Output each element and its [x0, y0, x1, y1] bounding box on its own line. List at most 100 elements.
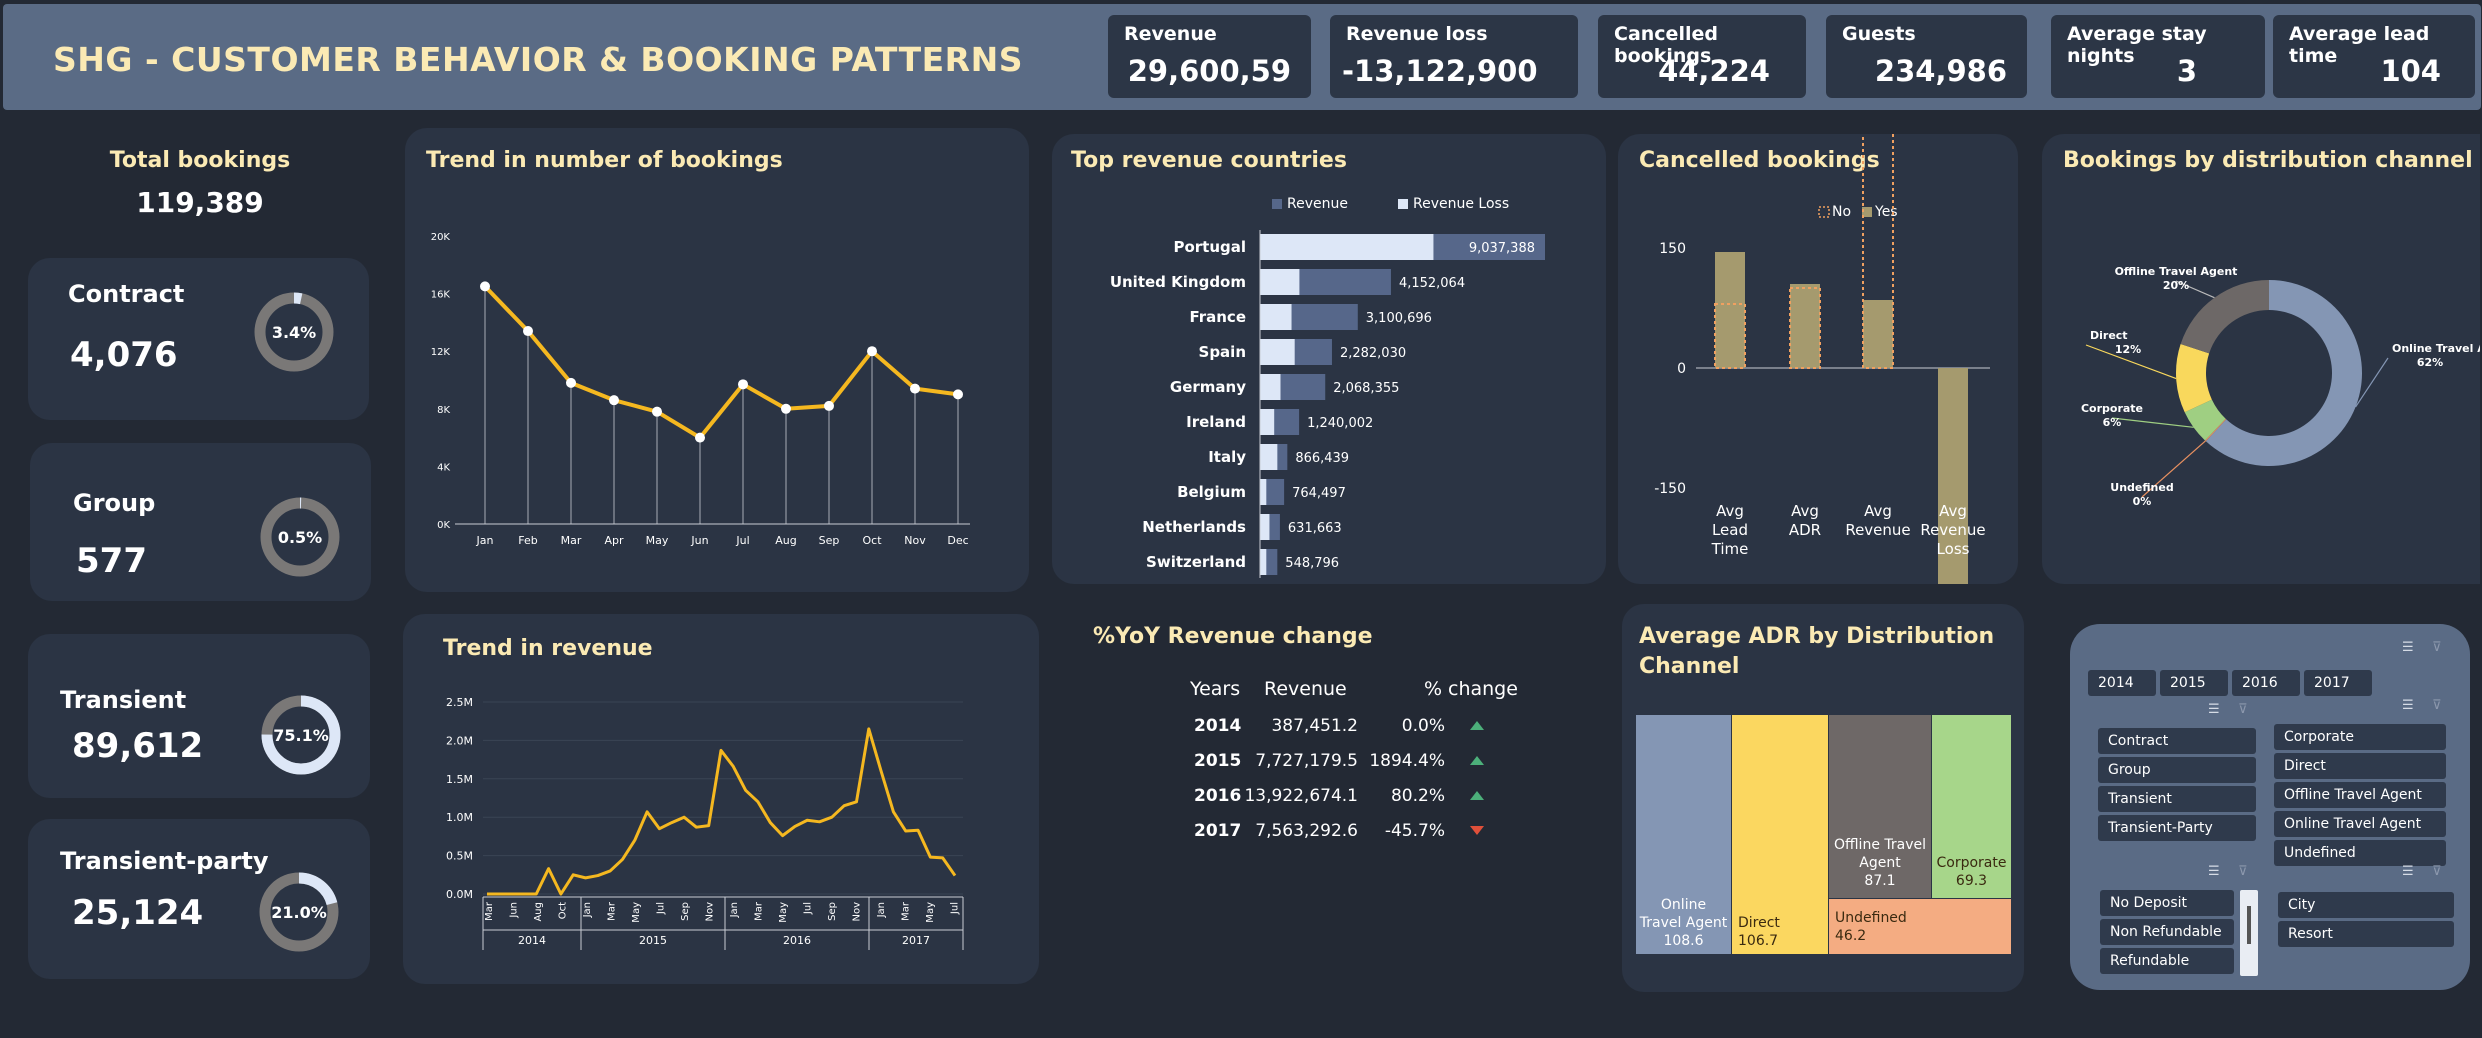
- slicer-channel-item[interactable]: Direct: [2274, 753, 2446, 779]
- slicer-segment-item[interactable]: Transient-Party: [2098, 815, 2256, 841]
- segment-card-group: Group 577 0.5%: [30, 443, 371, 601]
- treemap-cell: Direct 106.7: [1732, 715, 1828, 954]
- y-tick-label: -150: [1654, 481, 1686, 497]
- slicer-channel-item[interactable]: Offline Travel Agent: [2274, 782, 2446, 808]
- country-label: Italy: [1208, 448, 1246, 466]
- legend-label: Yes: [1874, 204, 1898, 220]
- clear-filter-icon[interactable]: ⊽: [2432, 698, 2442, 713]
- slicer-scrollbar[interactable]: [2240, 890, 2258, 976]
- x-tick-label: Avg ADR: [1789, 502, 1821, 539]
- bar-value-label: 548,796: [1285, 556, 1339, 571]
- yoy-change: -45.7%: [1384, 821, 1445, 841]
- slicer-year-2014[interactable]: 2014: [2088, 670, 2156, 696]
- country-label: Netherlands: [1142, 518, 1246, 536]
- slicer-scrollbar-thumb[interactable]: [2247, 906, 2251, 944]
- y-tick-label: 1.0M: [446, 811, 473, 824]
- treemap-cell-label: Direct 106.7: [1738, 914, 1826, 950]
- year-label: 2016: [783, 934, 811, 947]
- slicer-segment-item[interactable]: Contract: [2098, 728, 2256, 754]
- kpi-value: 44,224: [1658, 54, 1770, 88]
- y-tick-label: 0K: [437, 520, 450, 531]
- treemap-cell-name: Offline Travel Agent: [1834, 837, 1926, 871]
- multi-select-icon[interactable]: ☰: [2402, 640, 2414, 655]
- kpi-value: 29,600,59: [1127, 54, 1291, 88]
- treemap-cell-label: Undefined 46.2: [1835, 909, 1907, 945]
- total-bookings-value: 119,389: [136, 186, 264, 219]
- data-point: [652, 406, 662, 417]
- clear-filter-icon[interactable]: ⊽: [2238, 864, 2248, 879]
- y-tick-label: 8K: [437, 405, 450, 416]
- kpi-label: Average stay nights: [2067, 23, 2207, 67]
- bar-value-label: 764,497: [1292, 486, 1346, 501]
- slicer-hotel-item[interactable]: Resort: [2278, 921, 2454, 947]
- data-point: [824, 400, 834, 411]
- multi-select-icon[interactable]: ☰: [2208, 864, 2220, 879]
- x-tick-label: Jun: [509, 902, 520, 919]
- countries-bar-chart: Revenue Revenue Loss Portugal 9,037,388 Unit…: [1110, 196, 1545, 578]
- slicer-year-2015[interactable]: 2015: [2160, 670, 2228, 696]
- x-tick-label: Nov: [852, 902, 863, 922]
- yes-bar: [1715, 252, 1745, 368]
- donut-pct-label: 75.1%: [273, 726, 329, 745]
- slicer-deposit-item[interactable]: Refundable: [2100, 948, 2234, 974]
- bar-value-label: 4,152,064: [1399, 276, 1465, 291]
- treemap-cell-label: Corporate 69.3: [1934, 854, 2009, 890]
- arrow-up-icon: [1470, 756, 1484, 765]
- slicer-deposit-item[interactable]: Non Refundable: [2100, 919, 2234, 945]
- multi-select-icon[interactable]: ☰: [2402, 864, 2414, 879]
- clear-filter-icon[interactable]: ⊽: [2238, 702, 2248, 717]
- y-tick-label: 2.5M: [446, 696, 473, 709]
- donut-slice: [2176, 344, 2212, 413]
- adr-treemap: Online Travel Agent 108.6 Direct 106.7 Offli…: [1636, 715, 2012, 955]
- donut-pct-label: 21.0%: [271, 903, 327, 922]
- card-adr: Average ADR by Distribution Channel Onli…: [1622, 604, 2024, 992]
- kpi-value: 3: [2176, 54, 2197, 88]
- slicer-year-2016[interactable]: 2016: [2232, 670, 2300, 696]
- x-tick-label: Aug: [775, 534, 796, 547]
- chart-title-line: Channel: [1639, 654, 1740, 679]
- x-tick-label: Nov: [904, 534, 926, 547]
- slice-pct-label: 0%: [2133, 495, 2152, 508]
- kpi-guests: Guests 234,986: [1826, 15, 2027, 98]
- clear-filter-icon[interactable]: ⊽: [2432, 640, 2442, 655]
- multi-select-icon[interactable]: ☰: [2208, 702, 2220, 717]
- slicer-hotel-item[interactable]: City: [2278, 892, 2454, 918]
- slicer-segment-item[interactable]: Transient: [2098, 786, 2256, 812]
- country-label: Germany: [1170, 378, 1246, 396]
- kpi-revenue: Revenue 29,600,59: [1108, 15, 1311, 98]
- treemap-cell-label: Online Travel Agent 108.6: [1638, 896, 1729, 950]
- country-label: France: [1189, 308, 1246, 326]
- country-label: United Kingdom: [1110, 273, 1246, 291]
- y-tick-label: 0.5M: [446, 850, 473, 863]
- clear-filter-icon[interactable]: ⊽: [2432, 864, 2442, 879]
- x-tick-label: Aug: [533, 902, 544, 922]
- year-label: 2015: [639, 934, 667, 947]
- segment-card-transient: Transient 89,612 75.1%: [28, 634, 370, 798]
- multi-select-icon[interactable]: ☰: [2402, 698, 2414, 713]
- segment-donut: 21.0%: [259, 872, 339, 952]
- country-label: Belgium: [1177, 483, 1246, 501]
- treemap-cell-value: 46.2: [1835, 928, 1867, 944]
- yoy-change: 0.0%: [1401, 716, 1445, 736]
- country-label: Portugal: [1173, 238, 1246, 256]
- slicer-deposit-item[interactable]: No Deposit: [2100, 890, 2234, 916]
- legend-label: Revenue: [1287, 196, 1348, 212]
- slicer-segment-item[interactable]: Group: [2098, 757, 2256, 783]
- data-point: [609, 395, 619, 406]
- x-tick-label: Sep: [819, 534, 840, 547]
- segment-label: Contract: [68, 280, 185, 308]
- slicer-year-2017[interactable]: 2017: [2304, 670, 2372, 696]
- y-tick-label: 0: [1677, 361, 1686, 377]
- yoy-title: %YoY Revenue change: [1093, 624, 1373, 649]
- yoy-revenue: 13,922,674.1: [1244, 786, 1358, 806]
- slicer-channel-item[interactable]: Online Travel Agent: [2274, 811, 2446, 837]
- segment-value: 577: [76, 541, 147, 581]
- bar-value-label: 2,282,030: [1340, 346, 1406, 361]
- x-tick-label: Jan: [729, 902, 740, 918]
- yoy-header-cell: change: [1448, 678, 1518, 700]
- x-tick-label: May: [925, 902, 936, 923]
- bookings-line: [483, 285, 959, 440]
- distribution-donut-chart: Online Travel Agent62% Undefined0% Corpora…: [2081, 265, 2480, 508]
- slicer-channel-item[interactable]: Corporate: [2274, 724, 2446, 750]
- slicer-channel-item[interactable]: Undefined: [2274, 840, 2446, 866]
